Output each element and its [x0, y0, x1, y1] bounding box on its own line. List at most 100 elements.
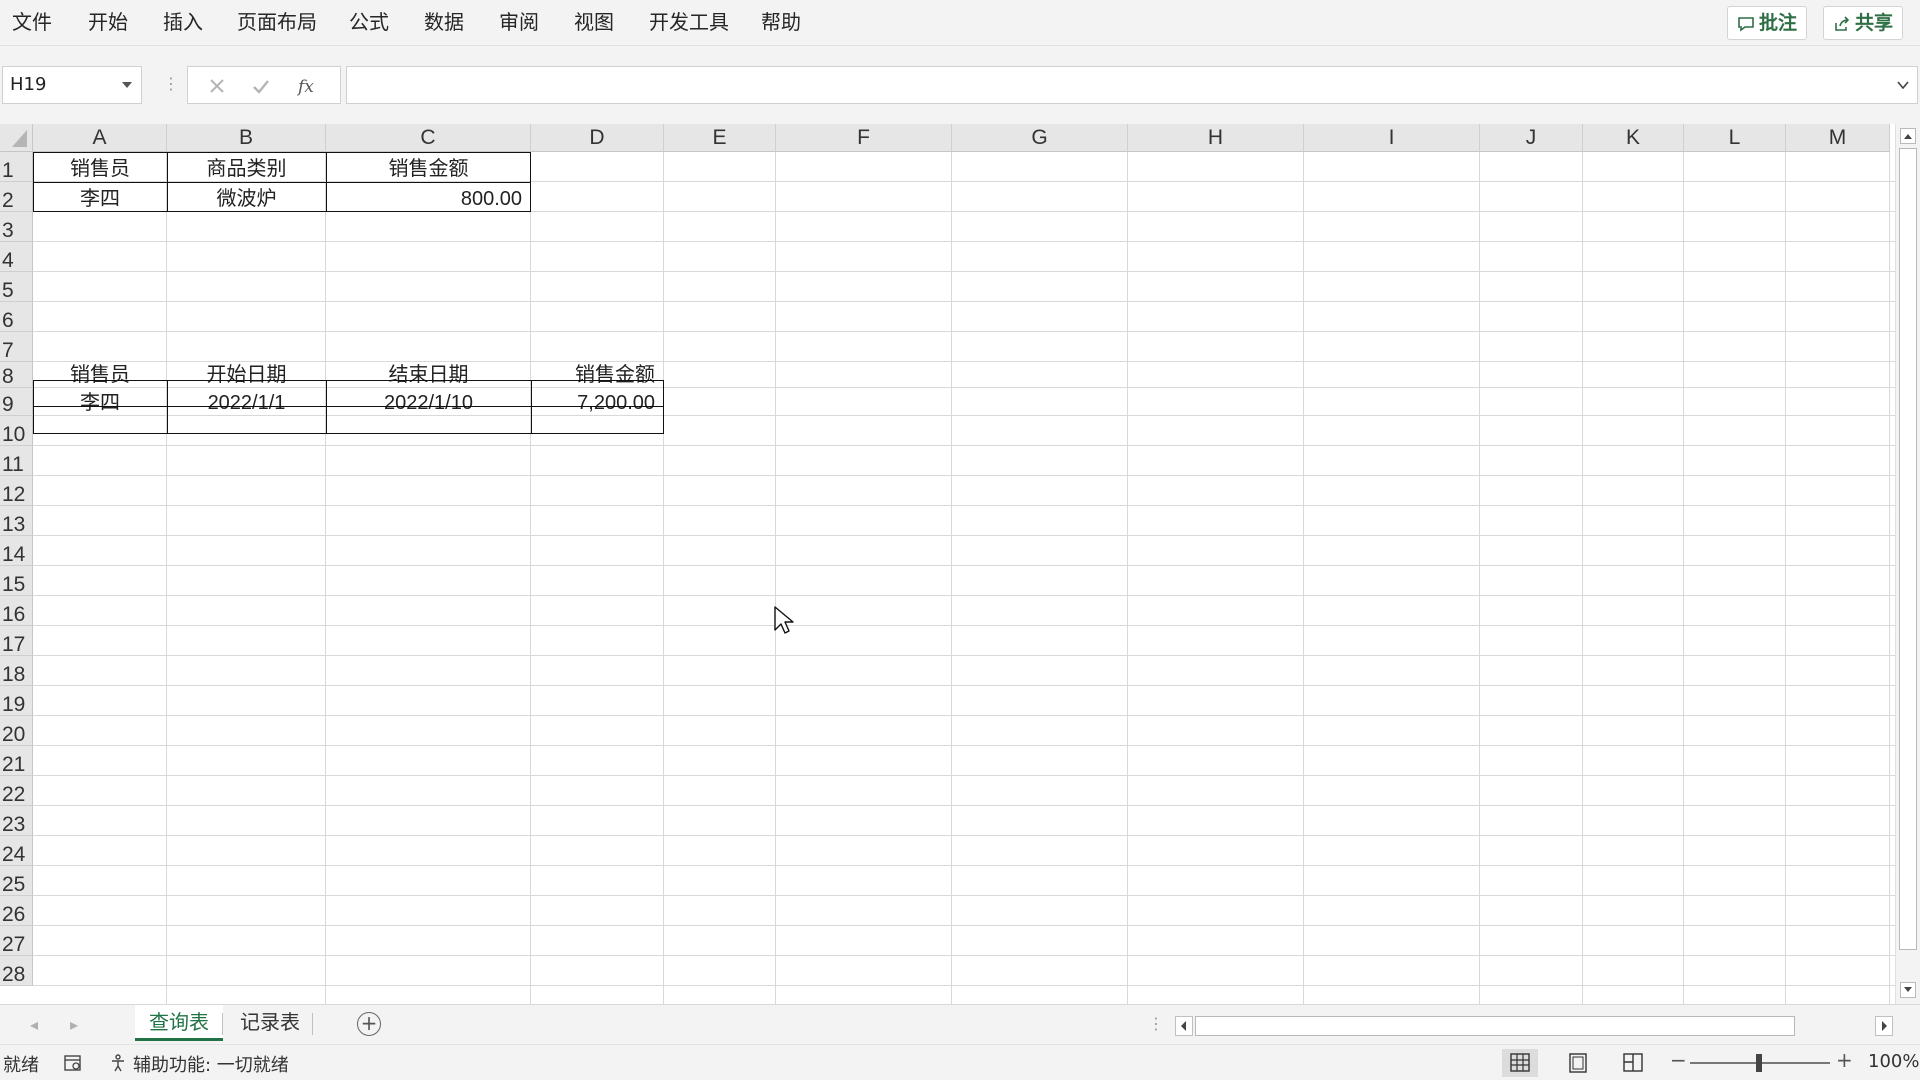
scroll-right-icon[interactable]: [1875, 1016, 1893, 1036]
row-header-11[interactable]: 11: [0, 446, 33, 476]
scroll-up-icon[interactable]: [1900, 128, 1916, 144]
column-header-f[interactable]: F: [776, 124, 952, 152]
row-header-26[interactable]: 26: [0, 896, 33, 926]
sheet-tab-query[interactable]: 查询表: [135, 1005, 223, 1041]
row-header-9[interactable]: 9: [0, 388, 33, 416]
scroll-down-icon[interactable]: [1900, 982, 1916, 998]
expand-formula-icon[interactable]: [1897, 81, 1909, 89]
cell-a1[interactable]: 销售员: [33, 152, 167, 182]
horizontal-scrollbar[interactable]: [1175, 1014, 1895, 1038]
row-header-6[interactable]: 6: [0, 302, 33, 332]
row-header-12[interactable]: 12: [0, 476, 33, 506]
accessibility-status[interactable]: 辅助功能: 一切就绪: [133, 1051, 289, 1077]
cell-b8[interactable]: 开始日期: [167, 362, 326, 388]
row-header-23[interactable]: 23: [0, 806, 33, 836]
zoom-slider-thumb[interactable]: [1756, 1054, 1762, 1072]
row-header-16[interactable]: 16: [0, 596, 33, 626]
row-header-27[interactable]: 27: [0, 926, 33, 956]
menu-file[interactable]: 文件: [12, 0, 52, 45]
row-header-22[interactable]: 22: [0, 776, 33, 806]
menu-developer[interactable]: 开发工具: [649, 0, 729, 45]
menu-view[interactable]: 视图: [574, 0, 614, 45]
row-header-10[interactable]: 10: [0, 416, 33, 446]
cell-b2[interactable]: 微波炉: [167, 182, 326, 212]
column-header-k[interactable]: K: [1583, 124, 1684, 152]
cell-d9[interactable]: 7,200.00: [531, 388, 664, 416]
column-header-a[interactable]: A: [33, 124, 167, 152]
comments-button[interactable]: 批注: [1727, 6, 1808, 40]
page-break-view-button[interactable]: [1615, 1049, 1651, 1077]
row-header-1[interactable]: 1: [0, 152, 33, 182]
row-header-13[interactable]: 13: [0, 506, 33, 536]
row-header-4[interactable]: 4: [0, 242, 33, 272]
column-header-h[interactable]: H: [1128, 124, 1304, 152]
row-header-20[interactable]: 20: [0, 716, 33, 746]
cell-b9[interactable]: 2022/1/1: [167, 388, 326, 416]
column-header-b[interactable]: B: [167, 124, 326, 152]
cancel-icon[interactable]: [206, 75, 228, 97]
normal-view-button[interactable]: [1502, 1049, 1538, 1077]
column-header-c[interactable]: C: [326, 124, 531, 152]
column-header-l[interactable]: L: [1684, 124, 1786, 152]
cell-a9[interactable]: 李四: [33, 388, 167, 416]
row-header-24[interactable]: 24: [0, 836, 33, 866]
formula-bar-splitter[interactable]: ⋮: [163, 76, 179, 92]
menu-help[interactable]: 帮助: [761, 0, 801, 45]
next-sheet-icon[interactable]: ▸: [70, 1015, 78, 1034]
insert-function-icon[interactable]: fx: [296, 75, 322, 97]
row-header-3[interactable]: 3: [0, 212, 33, 242]
cell-a2[interactable]: 李四: [33, 182, 167, 212]
cell-c8[interactable]: 结束日期: [326, 362, 531, 388]
row-header-5[interactable]: 5: [0, 272, 33, 302]
page-layout-view-button[interactable]: [1560, 1049, 1596, 1077]
sheet-tab-records[interactable]: 记录表: [226, 1005, 314, 1041]
zoom-out-icon[interactable]: −: [1670, 1048, 1687, 1072]
worksheet-grid[interactable]: ABCDEFGHIJKLM 1 2 3 4 5 6 7 8 9 10 11 12 13 14 15 16 17 1…: [0, 124, 1895, 1004]
zoom-in-icon[interactable]: +: [1836, 1048, 1853, 1072]
enter-check-icon[interactable]: [250, 75, 272, 97]
scroll-left-icon[interactable]: [1175, 1016, 1193, 1036]
tab-splitter[interactable]: ⋮: [1148, 1014, 1164, 1033]
menu-page-layout[interactable]: 页面布局: [237, 0, 317, 45]
accessibility-icon[interactable]: [109, 1053, 129, 1073]
formula-input[interactable]: [346, 66, 1918, 104]
chevron-down-icon[interactable]: [121, 81, 133, 89]
column-header-i[interactable]: I: [1304, 124, 1480, 152]
vertical-scrollbar[interactable]: [1895, 124, 1920, 1004]
menu-formulas[interactable]: 公式: [349, 0, 389, 45]
horizontal-scroll-thumb[interactable]: [1195, 1016, 1795, 1036]
column-header-g[interactable]: G: [952, 124, 1128, 152]
row-header-17[interactable]: 17: [0, 626, 33, 656]
menu-data[interactable]: 数据: [424, 0, 464, 45]
cell-d8[interactable]: 销售金额: [531, 362, 664, 388]
cell-c2[interactable]: 800.00: [326, 182, 531, 212]
column-header-e[interactable]: E: [664, 124, 776, 152]
row-header-15[interactable]: 15: [0, 566, 33, 596]
vertical-scroll-thumb[interactable]: [1899, 148, 1917, 950]
row-header-18[interactable]: 18: [0, 656, 33, 686]
macro-record-icon[interactable]: [63, 1053, 83, 1073]
name-box[interactable]: H19: [2, 66, 142, 104]
zoom-level[interactable]: 100%: [1868, 1051, 1919, 1072]
column-header-d[interactable]: D: [531, 124, 664, 152]
share-button[interactable]: 共享: [1823, 6, 1904, 40]
row-header-19[interactable]: 19: [0, 686, 33, 716]
row-header-2[interactable]: 2: [0, 182, 33, 212]
row-header-21[interactable]: 21: [0, 746, 33, 776]
prev-sheet-icon[interactable]: ◂: [30, 1015, 38, 1034]
column-header-m[interactable]: M: [1786, 124, 1890, 152]
column-header-j[interactable]: J: [1480, 124, 1583, 152]
row-header-14[interactable]: 14: [0, 536, 33, 566]
cell-a8[interactable]: 销售员: [33, 362, 167, 388]
select-all-corner[interactable]: [0, 124, 33, 152]
row-header-25[interactable]: 25: [0, 866, 33, 896]
cell-b1[interactable]: 商品类别: [167, 152, 326, 182]
menu-review[interactable]: 审阅: [499, 0, 539, 45]
row-header-8[interactable]: 8: [0, 362, 33, 388]
menu-insert[interactable]: 插入: [163, 0, 203, 45]
row-header-28[interactable]: 28: [0, 956, 33, 986]
menu-home[interactable]: 开始: [88, 0, 128, 45]
row-header-7[interactable]: 7: [0, 332, 33, 362]
cell-c1[interactable]: 销售金额: [326, 152, 531, 182]
cell-c9[interactable]: 2022/1/10: [326, 388, 531, 416]
